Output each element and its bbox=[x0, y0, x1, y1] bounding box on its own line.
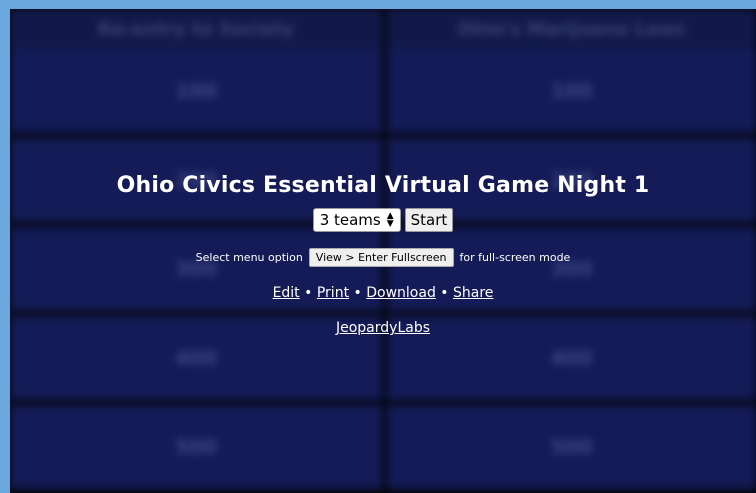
share-link[interactable]: Share bbox=[453, 285, 493, 301]
fullscreen-hint: Select menu option View > Enter Fullscre… bbox=[10, 248, 756, 267]
fullscreen-suffix: for full-screen mode bbox=[459, 251, 571, 264]
download-link[interactable]: Download bbox=[366, 285, 436, 301]
print-link[interactable]: Print bbox=[317, 285, 349, 301]
link-separator: • bbox=[304, 285, 313, 301]
fullscreen-prefix: Select menu option bbox=[195, 251, 303, 264]
jeopardylabs-link[interactable]: JeopardyLabs bbox=[336, 320, 430, 336]
link-separator: • bbox=[353, 285, 362, 301]
select-arrows-icon: ▲ ▼ bbox=[386, 211, 394, 229]
start-controls: 3 teams ▲ ▼ Start bbox=[10, 208, 756, 232]
team-count-value: 3 teams bbox=[319, 211, 381, 229]
team-count-select[interactable]: 3 teams ▲ ▼ bbox=[312, 208, 401, 232]
game-title: Ohio Civics Essential Virtual Game Night… bbox=[116, 173, 650, 198]
edit-link[interactable]: Edit bbox=[273, 285, 300, 301]
start-button[interactable]: Start bbox=[404, 208, 454, 232]
start-overlay: Ohio Civics Essential Virtual Game Night… bbox=[10, 9, 756, 493]
brand: JeopardyLabs bbox=[10, 320, 756, 336]
action-links: Edit • Print • Download • Share bbox=[10, 285, 756, 301]
link-separator: • bbox=[440, 285, 449, 301]
fullscreen-menu-path: View > Enter Fullscreen bbox=[308, 248, 454, 267]
